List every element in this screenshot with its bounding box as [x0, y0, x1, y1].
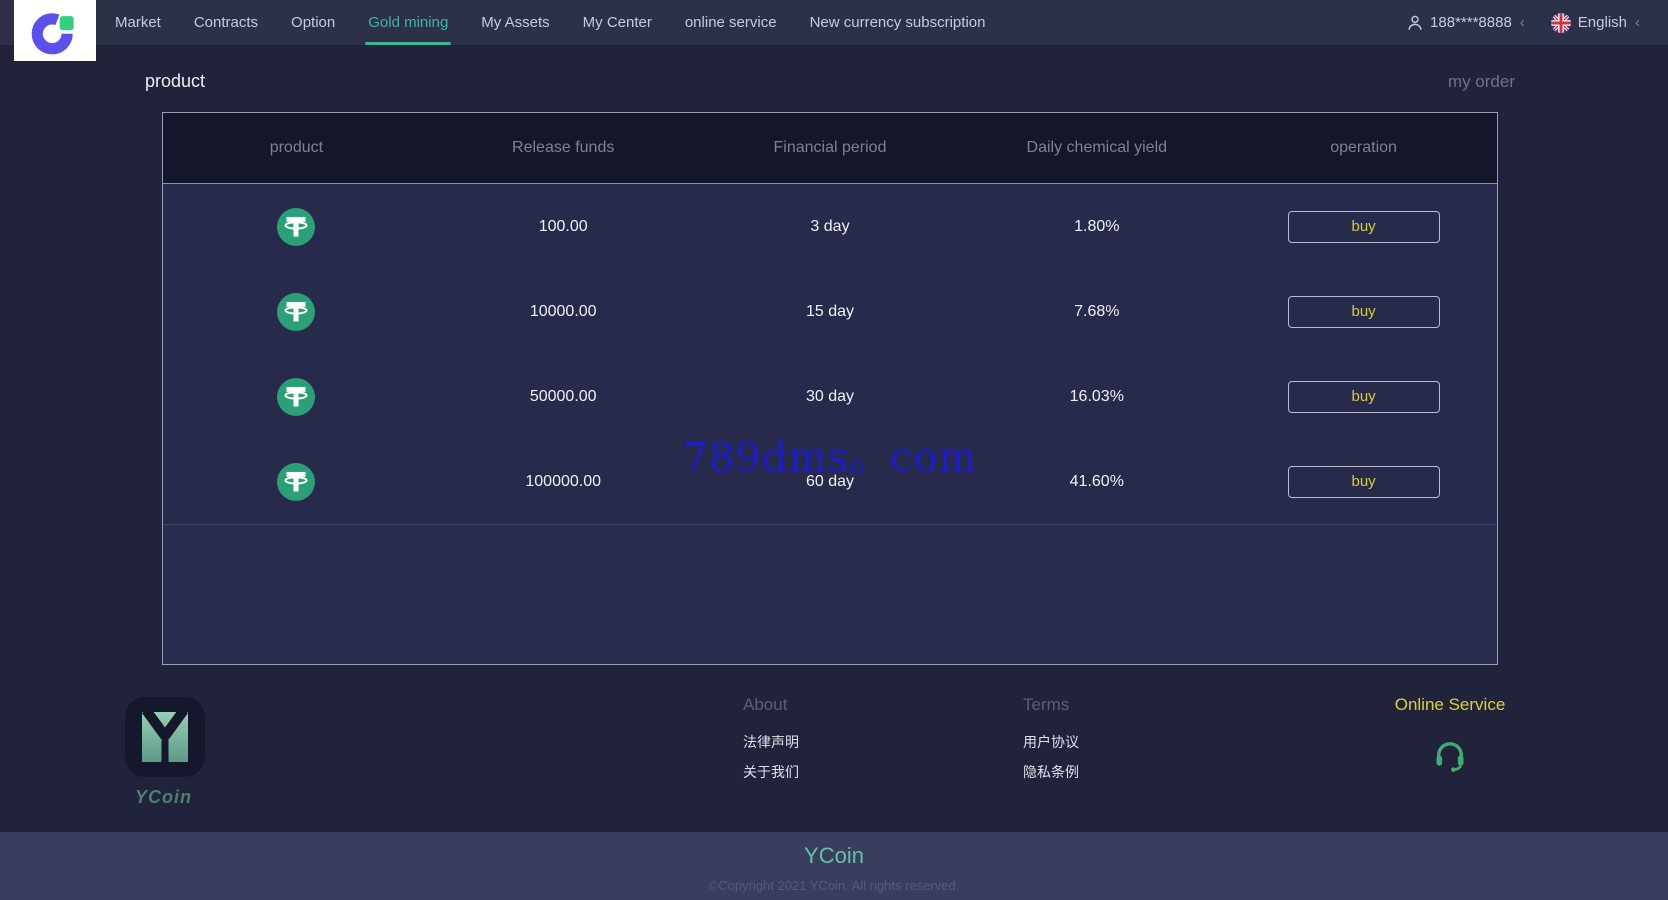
column-header-financial-period: Financial period	[773, 139, 887, 156]
ycoin-logo-icon	[125, 697, 205, 777]
column-header-release-funds: Release funds	[512, 139, 615, 156]
table-row: 100000.00 60 day 41.60% buy	[163, 439, 1497, 524]
nav-item-market[interactable]: Market	[115, 0, 161, 45]
column-header-product: product	[269, 139, 324, 156]
table-empty-area	[163, 524, 1497, 664]
nav-right: 188****8888 ‹ English ‹	[1406, 12, 1668, 33]
chevron-icon: ‹	[1635, 14, 1640, 31]
daily-yield-value: 1.80%	[1074, 217, 1120, 235]
screen: Market Contracts Option Gold mining My A…	[0, 0, 1668, 900]
tether-icon	[277, 377, 316, 416]
financial-period-value: 15 day	[805, 302, 855, 320]
bottom-brand: YCoin	[804, 843, 864, 868]
product-cell	[163, 292, 430, 331]
user-icon	[1408, 15, 1422, 30]
nav-item-option[interactable]: Option	[291, 0, 335, 45]
navbar: Market Contracts Option Gold mining My A…	[0, 0, 1668, 61]
column-header-operation: operation	[1330, 139, 1397, 156]
nav-item-gold-mining[interactable]: Gold mining	[365, 0, 452, 45]
product-cell	[163, 462, 430, 501]
nav-item-online-service[interactable]: online service	[685, 0, 777, 45]
nav-item-my-center[interactable]: My Center	[583, 0, 652, 45]
ycoin-logo[interactable]	[125, 697, 205, 777]
column-header-daily-yield: Daily chemical yield	[1026, 139, 1168, 156]
my-order-link[interactable]: my order	[1448, 72, 1515, 92]
daily-yield-value: 7.68%	[1074, 302, 1120, 320]
footer-link-about-us[interactable]: 关于我们	[743, 762, 799, 782]
buy-button[interactable]: buy	[1287, 465, 1440, 498]
footer-terms-title: Terms	[1023, 695, 1070, 714]
financial-period-value: 30 day	[805, 387, 855, 405]
footer-link-user-agreement[interactable]: 用户协议	[1023, 732, 1079, 752]
language-label: English	[1577, 14, 1627, 31]
language-selector[interactable]: English ‹	[1550, 12, 1640, 33]
footer-online-service: Online Service	[1380, 695, 1520, 778]
product-cell	[163, 377, 430, 416]
daily-yield-value: 16.03%	[1069, 387, 1124, 405]
copyright-text: ©Copyright 2021 YCoin. All rights reserv…	[708, 878, 960, 893]
financial-period-value: 3 day	[810, 217, 850, 235]
release-funds-value: 100.00	[538, 217, 588, 235]
footer-terms-section: Terms 用户协议 隐私条例	[1023, 695, 1079, 792]
product-table: product Release funds Financial period D…	[162, 112, 1498, 665]
release-funds-value: 50000.00	[529, 387, 597, 405]
footer-about-section: About 法律声明 关于我们	[743, 695, 799, 792]
user-phone: 188****8888	[1430, 14, 1512, 31]
footer-link-privacy-policy[interactable]: 隐私条例	[1023, 762, 1079, 782]
user-account-menu[interactable]: 188****8888 ‹	[1406, 14, 1525, 32]
table-row: 100.00 3 day 1.80% buy	[163, 184, 1497, 269]
footer-about-title: About	[743, 695, 788, 714]
financial-period-value: 60 day	[805, 472, 855, 490]
page-title: product	[145, 71, 206, 91]
buy-button[interactable]: buy	[1287, 295, 1440, 328]
tether-icon	[277, 462, 316, 501]
nav-item-new-currency-subscription[interactable]: New currency subscription	[810, 0, 986, 45]
tether-icon	[277, 207, 316, 246]
nav-menu: Market Contracts Option Gold mining My A…	[115, 0, 985, 45]
product-cell	[163, 207, 430, 246]
online-service-label[interactable]: Online Service	[1380, 695, 1520, 715]
chevron-icon: ‹	[1519, 14, 1525, 31]
table-header: product Release funds Financial period D…	[163, 113, 1497, 184]
brand-logo-icon	[31, 12, 74, 54]
uk-flag-icon	[1550, 12, 1571, 33]
buy-button[interactable]: buy	[1287, 210, 1440, 243]
table-row: 10000.00 15 day 7.68% buy	[163, 269, 1497, 354]
tether-icon	[277, 292, 316, 331]
footer-link-legal-notice[interactable]: 法律声明	[743, 732, 799, 752]
bottom-bar: YCoin ©Copyright 2021 YCoin. All rights …	[0, 832, 1668, 900]
nav-item-my-assets[interactable]: My Assets	[481, 0, 549, 45]
main-content: product my order product Release funds F…	[0, 45, 1668, 665]
brand-logo[interactable]	[14, 0, 96, 61]
daily-yield-value: 41.60%	[1069, 472, 1124, 490]
headset-icon[interactable]	[1432, 737, 1468, 778]
release-funds-value: 10000.00	[529, 302, 597, 320]
table-row: 50000.00 30 day 16.03% buy	[163, 354, 1497, 439]
nav-item-contracts[interactable]: Contracts	[194, 0, 258, 45]
footer: YCoin About 法律声明 关于我们 Terms 用户协议 隐私条例 On…	[0, 665, 1668, 832]
release-funds-value: 100000.00	[525, 472, 602, 490]
buy-button[interactable]: buy	[1287, 380, 1440, 413]
footer-brand: YCoin	[135, 787, 192, 807]
